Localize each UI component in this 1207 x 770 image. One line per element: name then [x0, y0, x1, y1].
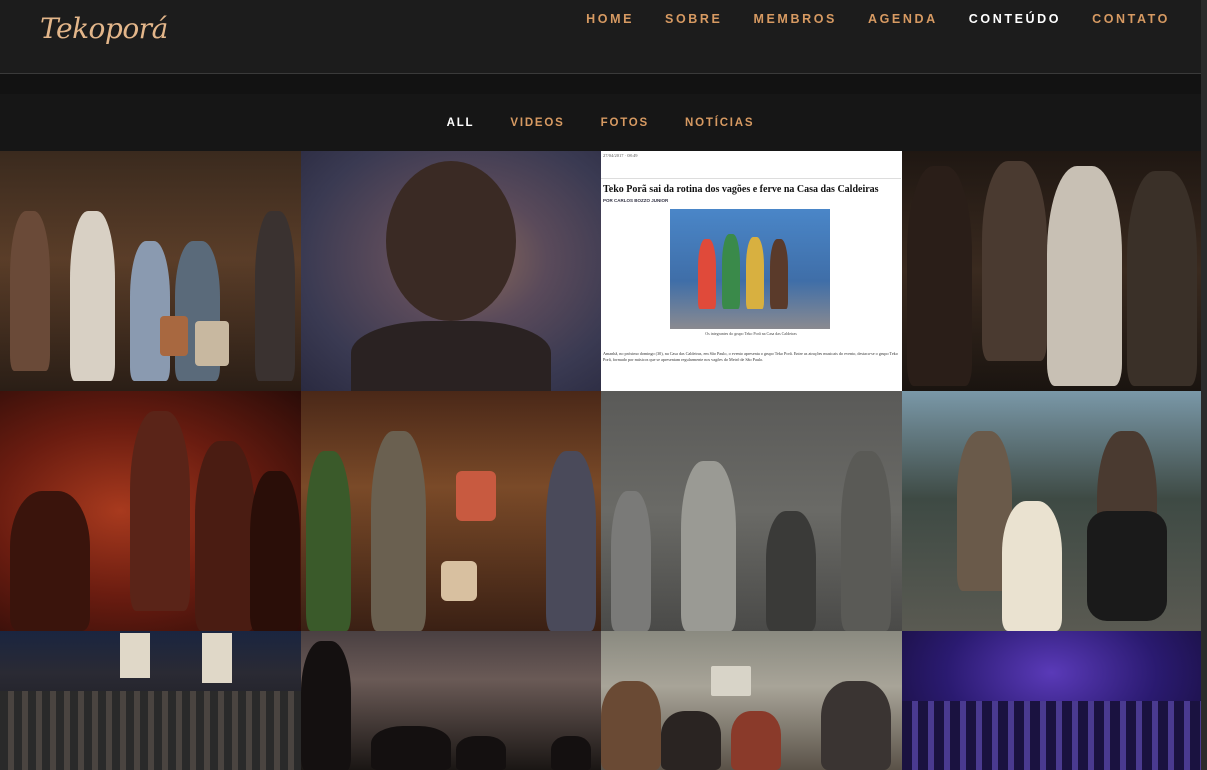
member-figure — [1047, 166, 1122, 386]
gallery-item-stage-percussion[interactable] — [301, 391, 601, 631]
banner — [202, 633, 232, 683]
person-figure — [722, 234, 740, 309]
gallery-grid: 27/04/2017 · 08:49 Teko Porã sai da roti… — [0, 151, 1201, 770]
nav-home[interactable]: HOME — [586, 12, 634, 26]
musician-figure — [1002, 501, 1062, 631]
musician-figure — [766, 511, 816, 631]
singer-shoulders — [351, 321, 551, 391]
guitar-case — [1087, 511, 1167, 621]
crowd — [902, 701, 1201, 770]
gallery-filter-bar: ALL VIDEOS FOTOS NOTÍCIAS — [0, 94, 1201, 151]
performer-figure — [10, 211, 50, 371]
gallery-item-subway-performance[interactable] — [601, 631, 902, 770]
silhouette-figure — [371, 726, 451, 770]
performer-figure — [130, 241, 170, 381]
gallery-item-concert-crowd-purple[interactable] — [902, 631, 1201, 770]
person-figure — [770, 239, 788, 309]
article-headline: Teko Porã sai da rotina dos vagões e fer… — [603, 184, 879, 195]
person-figure — [746, 237, 764, 309]
filter-noticias[interactable]: NOTÍCIAS — [685, 117, 754, 129]
article-photo — [670, 209, 830, 329]
musician-figure — [371, 431, 426, 631]
article-byline: POR CARLOS BOZZO JUNIOR — [603, 198, 669, 203]
musician-figure — [10, 491, 90, 631]
gallery-item-red-light-session[interactable] — [0, 391, 301, 631]
page-scrollbar[interactable] — [1201, 0, 1207, 770]
musician-figure — [841, 451, 891, 631]
gallery-item-singer-portrait[interactable] — [301, 151, 601, 391]
filter-tabs: ALL VIDEOS FOTOS NOTÍCIAS — [0, 117, 1201, 129]
musician-figure — [250, 471, 300, 631]
drum — [441, 561, 477, 601]
passenger-figure — [731, 711, 781, 770]
article-date: 27/04/2017 · 08:49 — [603, 153, 638, 158]
singer-head — [386, 161, 516, 321]
site-logo[interactable]: Tekoporá — [40, 12, 168, 45]
drum — [195, 321, 229, 366]
musician-figure — [546, 451, 596, 631]
performer-figure — [255, 211, 295, 381]
performer-figure — [70, 211, 115, 381]
musician-figure — [611, 491, 651, 631]
nav-sobre[interactable]: SOBRE — [665, 12, 722, 26]
gallery-item-band-live-bookshelf[interactable] — [0, 151, 301, 391]
musician-figure — [681, 461, 736, 631]
gallery-item-band-group-photo[interactable] — [902, 151, 1201, 391]
article-divider — [601, 178, 901, 179]
article-photo-caption: Os integrantes do grupo Teko Porã na Cas… — [705, 331, 797, 336]
musician-figure — [306, 451, 351, 631]
nav-agenda[interactable]: AGENDA — [868, 12, 938, 26]
nav-membros[interactable]: MEMBROS — [753, 12, 836, 26]
gallery-item-crowd-photo[interactable] — [0, 631, 301, 770]
gallery-item-silhouette-stage[interactable] — [301, 631, 601, 770]
gallery-item-news-article[interactable]: 27/04/2017 · 08:49 Teko Porã sai da roti… — [601, 151, 902, 391]
drum — [456, 471, 496, 521]
filter-all[interactable]: ALL — [447, 117, 475, 129]
filter-fotos[interactable]: FOTOS — [601, 117, 649, 129]
site-header: Tekoporá HOME SOBRE MEMBROS AGENDA CONTE… — [0, 0, 1201, 74]
silhouette-figure — [551, 736, 591, 770]
musician-figure — [130, 411, 190, 611]
musician-figure — [195, 441, 255, 631]
silhouette-figure — [456, 736, 506, 770]
member-figure — [982, 161, 1047, 361]
silhouette-figure — [301, 641, 351, 770]
train-screen — [711, 666, 751, 696]
filter-videos[interactable]: VIDEOS — [510, 117, 564, 129]
gallery-item-outdoor-steps[interactable] — [902, 391, 1201, 631]
article-body: Amanhã, no próximo domingo (30), na Casa… — [603, 351, 898, 362]
nav-contato[interactable]: CONTATO — [1092, 12, 1170, 26]
crowd — [0, 691, 301, 770]
gallery-item-video-street-performance[interactable] — [601, 391, 902, 631]
nav-conteudo[interactable]: CONTEÚDO — [969, 12, 1061, 26]
drum — [160, 316, 188, 356]
banner — [120, 633, 150, 678]
passenger-figure — [661, 711, 721, 770]
main-nav: HOME SOBRE MEMBROS AGENDA CONTEÚDO CONTA… — [586, 12, 1170, 26]
person-figure — [698, 239, 716, 309]
passenger-figure — [601, 681, 661, 770]
member-figure — [907, 166, 972, 386]
member-figure — [1127, 171, 1197, 386]
passenger-figure — [821, 681, 891, 770]
